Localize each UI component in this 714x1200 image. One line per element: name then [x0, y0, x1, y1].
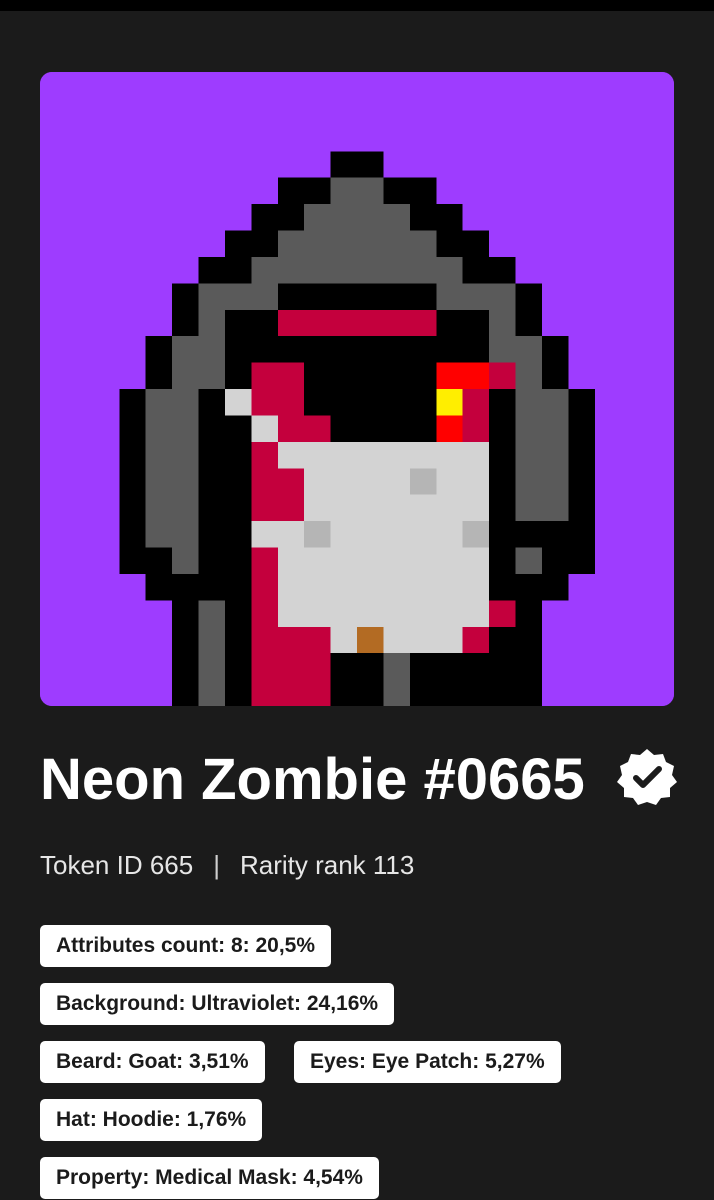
- status-bar: [0, 0, 714, 11]
- zombie-pixel-art: [40, 72, 674, 706]
- attribute-chip[interactable]: Property: Medical Mask: 4,54%: [40, 1157, 379, 1199]
- attribute-chip[interactable]: Attributes count: 8: 20,5%: [40, 925, 332, 967]
- nft-title: Neon Zombie #0665: [40, 747, 585, 812]
- attribute-chip[interactable]: Background: Ultraviolet: 24,16%: [40, 983, 395, 1025]
- title-row: Neon Zombie #0665: [40, 745, 680, 815]
- attribute-chip[interactable]: Hat: Hoodie: 1,76%: [40, 1099, 263, 1141]
- nft-image[interactable]: [40, 72, 674, 706]
- attribute-chip[interactable]: Beard: Goat: 3,51%: [40, 1041, 265, 1083]
- attribute-chip[interactable]: Eyes: Eye Patch: 5,27%: [294, 1041, 561, 1083]
- meta-separator: |: [213, 850, 220, 880]
- nft-meta: Token ID 665 | Rarity rank 113: [40, 850, 414, 881]
- rarity-rank: Rarity rank 113: [239, 850, 415, 880]
- verified-badge-icon: [615, 745, 679, 809]
- token-id: Token ID 665: [40, 850, 194, 880]
